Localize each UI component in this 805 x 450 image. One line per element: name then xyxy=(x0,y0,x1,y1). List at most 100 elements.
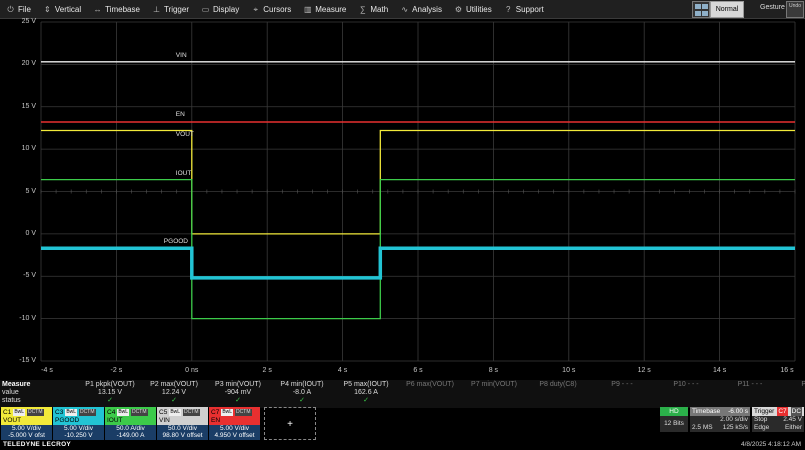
bwl-tag: BwL xyxy=(65,408,78,416)
utilities-icon: ⚙ xyxy=(454,4,463,14)
y-tick-label: 15 V xyxy=(21,102,36,110)
power-icon: ⏻ xyxy=(7,4,14,14)
menu-label: Measure xyxy=(315,4,347,14)
display-icon: ▭ xyxy=(201,4,210,14)
channel-vdiv: 5.00 V/div xyxy=(220,425,249,432)
trigger-descriptor[interactable]: Trigger C7 DC Stop 2.45 V Edge Either xyxy=(752,407,804,432)
measure-table[interactable]: Measure value status P1 pkpk(VOUT) 13.15 … xyxy=(0,380,805,408)
math-icon: ∑ xyxy=(360,4,366,14)
y-tick-label: -5 V xyxy=(23,272,36,280)
channel-offset: -5.000 V ofst xyxy=(8,432,45,439)
timebase-icon: ↔ xyxy=(93,4,102,14)
y-tick-label: 0 V xyxy=(25,229,36,237)
menu-label: Timebase xyxy=(105,4,140,14)
y-tick-label: 25 V xyxy=(21,18,36,25)
resolution-indicator: 12 Bits xyxy=(660,416,688,432)
trace-label-pgood: PGOOD xyxy=(163,238,188,246)
menu-timebase[interactable]: ↔ Timebase xyxy=(87,0,146,19)
measure-title: Measure xyxy=(2,381,31,388)
vertical-icon: ⇕ xyxy=(44,4,51,14)
channel-scale: 5.00 V/div 4.950 V offset xyxy=(209,425,260,440)
menu-label: Utilities xyxy=(465,4,492,14)
menu-trigger[interactable]: ⊥ Trigger xyxy=(146,0,195,19)
y-tick-label: -10 V xyxy=(19,314,36,322)
dctm-tag: DCTM xyxy=(183,408,200,416)
channel-c7[interactable]: C7 BwL DCTM EN 5.00 V/div 4.950 V offset xyxy=(209,407,260,440)
trigger-slope: Either xyxy=(785,424,802,431)
undo-button[interactable]: Undo xyxy=(786,1,804,18)
channel-offset: -149.00 A xyxy=(116,432,145,439)
trigger-mode-button[interactable]: Normal xyxy=(710,1,744,18)
trigger-source: C7 xyxy=(777,407,788,416)
channel-c3[interactable]: C3 BwL DCTM PGOOD 5.00 V/div -10.250 V xyxy=(53,407,104,440)
display-mode-button[interactable] xyxy=(692,1,710,18)
bwl-tag: BwL xyxy=(169,408,182,416)
menu-math[interactable]: ∑ Math xyxy=(352,0,394,19)
menu-label: Display xyxy=(213,4,240,14)
y-tick-label: 20 V xyxy=(21,60,36,68)
channel-name: PGOOD xyxy=(53,417,104,425)
x-tick-label: 16 s xyxy=(780,367,794,374)
timebase-samples: 2.5 MS xyxy=(692,424,713,431)
dctm-tag: DCTM xyxy=(131,408,148,416)
x-tick-label: 12 s xyxy=(637,367,651,374)
channel-id: C7 xyxy=(211,408,220,416)
menu-utilities[interactable]: ⚙ Utilities xyxy=(448,0,498,19)
channel-id: C1 xyxy=(3,408,12,416)
x-tick-label: 0 ns xyxy=(185,367,199,374)
trigger-label: Trigger xyxy=(754,408,775,415)
channel-vdiv: 5.00 V/div xyxy=(12,425,41,432)
menu-file[interactable]: ⏻ File xyxy=(0,0,37,19)
trigger-icon: ⊥ xyxy=(152,4,160,14)
menu-analysis[interactable]: ∿ Analysis xyxy=(394,0,448,19)
y-tick-label: 5 V xyxy=(25,187,36,195)
timebase-delay: -6.00 s xyxy=(728,408,748,415)
timebase-descriptor[interactable]: Timebase -6.00 s 2.00 s/div 2.5 MS 125 kS… xyxy=(690,407,750,432)
measure-param-name[interactable]: P12 - - - xyxy=(774,381,805,388)
channel-offset: -10.250 V xyxy=(64,432,93,439)
bwl-tag: BwL xyxy=(13,408,26,416)
brand-logo: TELEDYNE LECROY xyxy=(3,441,72,448)
channel-id: C3 xyxy=(55,408,64,416)
channel-name: IOUT xyxy=(105,417,156,425)
channel-c1[interactable]: C1 BwL DCTM VOUT 5.00 V/div -5.000 V ofst xyxy=(1,407,52,440)
gesture-label: Gesture xyxy=(760,4,785,11)
trace-label-iout: IOUT xyxy=(175,169,192,177)
menu-measure[interactable]: ▥ Measure xyxy=(297,0,352,19)
channel-scale: 50.0 V/div 98.80 V offset xyxy=(157,425,208,440)
menu-display[interactable]: ▭ Display xyxy=(195,0,245,19)
channel-name: VOUT xyxy=(1,417,52,425)
bwl-tag: BwL xyxy=(117,408,130,416)
x-tick-label: 8 s xyxy=(488,367,499,374)
measure-icon: ▥ xyxy=(303,4,312,14)
trace-label-en: EN xyxy=(175,111,185,118)
x-tick-label: 14 s xyxy=(712,367,727,374)
channel-id: C4 xyxy=(107,408,116,416)
menu-bar: ⏻ File ⇕ Vertical ↔ Timebase ⊥ Trigger ▭ Display ⌖… xyxy=(0,0,805,19)
channel-vdiv: 50.0 V/div xyxy=(168,425,197,432)
waveform-graticule[interactable] xyxy=(38,19,805,367)
channel-offset: 4.950 V offset xyxy=(214,432,255,439)
hd-badge[interactable]: HD xyxy=(660,407,688,416)
trigger-mode: Stop xyxy=(754,416,768,423)
x-tick-label: -2 s xyxy=(110,367,123,374)
channel-scale: 5.00 V/div -10.250 V xyxy=(53,425,104,440)
channel-vdiv: 5.00 V/div xyxy=(64,425,93,432)
timestamp: 4/8/2025 4:18:12 AM xyxy=(741,441,801,448)
channel-c4[interactable]: C4 BwL DCTM IOUT 50.0 A/div -149.00 A xyxy=(105,407,156,440)
menu-label: Support xyxy=(515,4,544,14)
menu-support[interactable]: ? Support xyxy=(498,0,550,19)
menu-vertical[interactable]: ⇕ Vertical xyxy=(37,0,87,19)
channel-scale: 5.00 V/div -5.000 V ofst xyxy=(1,425,52,440)
menu-cursors[interactable]: ⌖ Cursors xyxy=(245,0,297,19)
channel-name: EN xyxy=(209,417,260,425)
channel-c5[interactable]: C5 BwL DCTM VIN 50.0 V/div 98.80 V offset xyxy=(157,407,208,440)
measure-row-value: value xyxy=(2,389,19,396)
trigger-level: 2.45 V xyxy=(783,416,802,423)
trigger-coupling: DC xyxy=(790,407,803,416)
dctm-tag: DCTM xyxy=(79,408,96,416)
trigger-type: Edge xyxy=(754,424,770,431)
dctm-tag: DCTM xyxy=(235,408,252,416)
x-tick-label: 4 s xyxy=(337,367,348,374)
add-channel-button[interactable]: + xyxy=(264,407,316,440)
